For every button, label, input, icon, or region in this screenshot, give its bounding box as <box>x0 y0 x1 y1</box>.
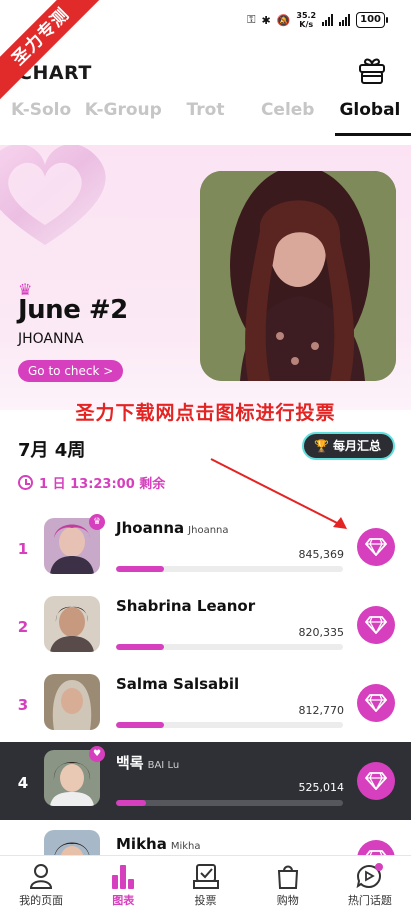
vote-progress-bar <box>116 644 343 650</box>
red-arrow <box>210 458 347 529</box>
key-icon: ⚿ <box>247 13 256 26</box>
artist-name-text: Salma Salsabil <box>116 675 240 693</box>
promo-overlay-text: 圣力下载网点击图标进行投票 <box>75 402 336 424</box>
shopping-bag-icon <box>277 865 298 889</box>
battery-indicator: 100 <box>356 12 388 28</box>
signal-icon <box>322 14 334 26</box>
rank-number: 3 <box>17 696 29 714</box>
artist-name: Shabrina Leanor <box>116 597 255 615</box>
nav-label: 我的页面 <box>19 894 64 907</box>
signal-icon-2 <box>339 14 351 26</box>
artist-name: Mikha Mikha <box>116 835 201 853</box>
bottom-navigation: 我的页面 图表 投票 购物 热门话题 <box>0 855 411 914</box>
heart-diamond-icon <box>365 772 387 790</box>
nav-vote[interactable]: 投票 <box>164 856 246 914</box>
nav-hot-topics[interactable]: 热门话题 <box>329 856 411 914</box>
heart-decoration <box>0 145 106 245</box>
artist-name-text: Jhoanna <box>116 519 185 537</box>
ranking-row[interactable]: 3 Salma Salsabil 812,770 <box>0 670 411 748</box>
artist-name: 백록 BAI Lu <box>116 752 179 773</box>
ranking-row-highlighted[interactable]: 4 ♥ 백록 BAI Lu 525,014 <box>0 742 411 820</box>
heart-diamond-icon <box>365 538 387 556</box>
bluetooth-icon: ✱ <box>261 13 271 27</box>
vote-button[interactable] <box>357 606 395 644</box>
speed-value: 35.2 <box>296 11 317 20</box>
rank-number: 2 <box>17 618 29 636</box>
heart-diamond-icon <box>365 616 387 634</box>
ranking-row[interactable]: 2 Shabrina Leanor 820,335 <box>0 592 411 670</box>
countdown-timer: 1 日 13:23:00 剩余 <box>18 473 165 492</box>
nav-shopping[interactable]: 购物 <box>247 856 329 914</box>
play-chat-icon <box>356 863 383 889</box>
nav-my-page[interactable]: 我的页面 <box>0 856 82 914</box>
banner-artist-name: JHOANNA <box>18 331 84 347</box>
heart-diamond-icon <box>365 694 387 712</box>
tab-celeb[interactable]: Celeb <box>247 92 329 144</box>
user-icon <box>30 864 53 889</box>
tab-trot[interactable]: Trot <box>164 92 246 144</box>
chart-page: ⚿ ✱ 🔕 35.2 K/s 100 圣力专测 CHART K-Solo K-G… <box>0 0 411 914</box>
mute-icon: 🔕 <box>276 13 291 27</box>
nav-label: 投票 <box>194 894 217 907</box>
header: CHART <box>0 56 411 92</box>
clock-icon <box>18 475 33 490</box>
nav-chart[interactable]: 图表 <box>82 856 164 914</box>
nav-label: 购物 <box>276 894 299 907</box>
vote-count: 820,335 <box>298 626 345 639</box>
vote-count: 812,770 <box>298 704 345 717</box>
week-title: 7月 4周 <box>18 440 86 461</box>
vote-count: 525,014 <box>298 781 345 794</box>
banner-headline: June #2 <box>18 295 128 325</box>
speed-unit: K/s <box>299 20 314 29</box>
artist-subname: BAI Lu <box>147 760 180 771</box>
network-speed: 35.2 K/s <box>296 11 316 29</box>
gift-box-icon[interactable] <box>357 56 387 86</box>
vote-progress-bar <box>116 566 343 572</box>
countdown-text: 1 日 13:23:00 剩余 <box>39 477 166 492</box>
vote-count: 845,369 <box>298 548 345 561</box>
vote-progress-fill <box>116 566 164 572</box>
artist-name-text: Shabrina Leanor <box>116 597 256 615</box>
tab-global[interactable]: Global <box>329 92 411 144</box>
artist-subname: Mikha <box>170 841 201 852</box>
artist-photo-art <box>200 171 396 381</box>
chart-icon <box>112 865 135 889</box>
crown-badge-icon: ♛ <box>89 514 105 530</box>
go-to-check-button[interactable]: Go to check > <box>18 360 124 382</box>
category-tabs: K-Solo K-Group Trot Celeb Global <box>0 92 411 144</box>
rank-number: 4 <box>17 774 29 792</box>
vote-box-icon <box>192 864 219 889</box>
avatar <box>44 596 100 652</box>
nav-label: 热门话题 <box>347 894 392 907</box>
vote-progress-fill <box>116 800 146 806</box>
tab-k-solo[interactable]: K-Solo <box>0 92 82 144</box>
vote-progress-bar <box>116 800 343 806</box>
monthly-winner-banner[interactable]: ♛ June #2 JHOANNA Go to check > <box>0 145 411 410</box>
vote-progress-fill <box>116 644 164 650</box>
artist-name-text: Mikha <box>116 835 167 853</box>
vote-progress-fill <box>116 722 164 728</box>
artist-name: Salma Salsabil <box>116 675 239 693</box>
avatar <box>44 674 100 730</box>
rank-number: 1 <box>17 540 29 558</box>
vote-button[interactable] <box>357 762 395 800</box>
vote-progress-bar <box>116 722 343 728</box>
vote-button[interactable] <box>357 528 395 566</box>
tab-k-group[interactable]: K-Group <box>82 92 164 144</box>
artist-name-text: 백록 <box>116 754 144 772</box>
artist-photo <box>200 171 396 381</box>
vote-button[interactable] <box>357 684 395 722</box>
nav-label: 图表 <box>112 894 135 907</box>
heart-badge-icon: ♥ <box>89 746 105 762</box>
